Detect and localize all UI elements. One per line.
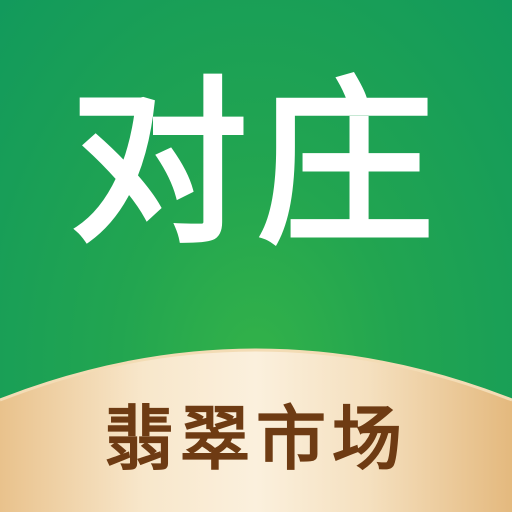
app-icon: 对庄 翡翠市场: [0, 0, 512, 512]
tagline-text: 翡翠市场: [104, 398, 408, 480]
